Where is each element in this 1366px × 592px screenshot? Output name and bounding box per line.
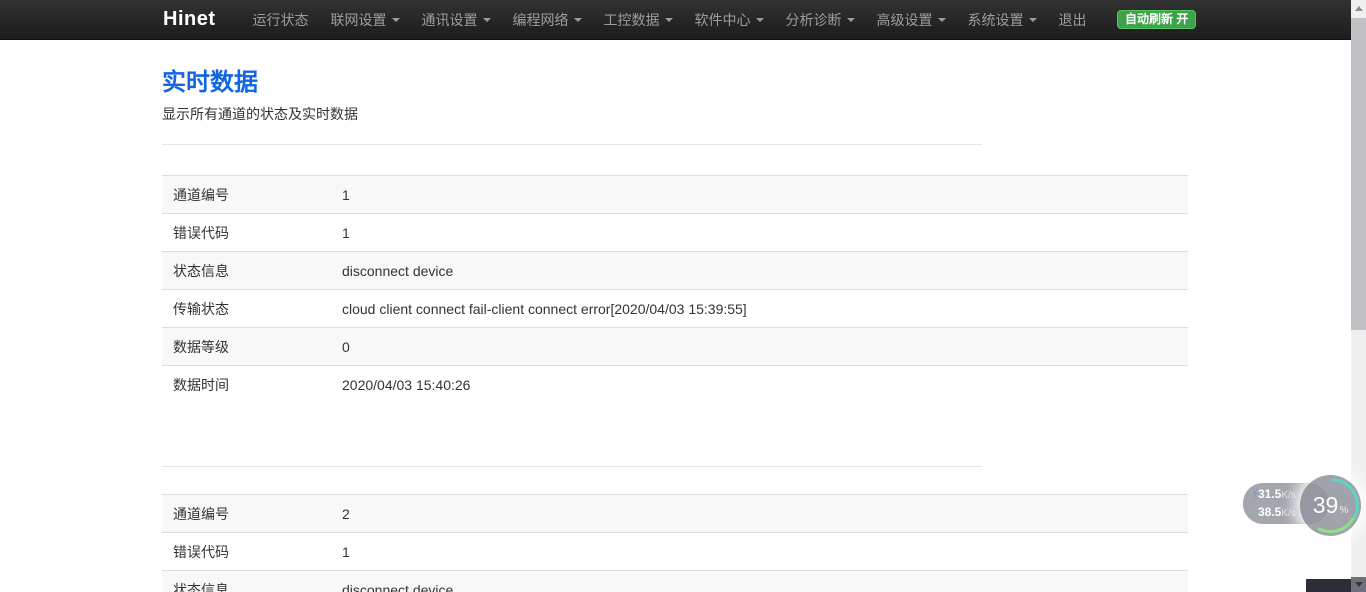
chevron-down-icon bbox=[392, 18, 400, 22]
nav-item-analysis-diagnosis[interactable]: 分析诊断 bbox=[775, 0, 866, 40]
nav-item-programming-network[interactable]: 编程网络 bbox=[502, 0, 593, 40]
scrollbar-down-button[interactable] bbox=[1351, 577, 1366, 592]
upload-speed-value: 31.5 bbox=[1258, 487, 1281, 501]
chevron-down-icon bbox=[665, 18, 673, 22]
nav-item-logout[interactable]: 退出 bbox=[1048, 0, 1098, 40]
nav-item-label: 软件中心 bbox=[695, 10, 751, 30]
nav-item-label: 工控数据 bbox=[604, 10, 660, 30]
row-value: 2 bbox=[342, 506, 1188, 522]
table-row: 状态信息 disconnect device bbox=[162, 251, 1188, 289]
scrollbar-up-button[interactable] bbox=[1351, 0, 1366, 17]
row-label: 数据时间 bbox=[162, 375, 342, 395]
scroll-up-icon bbox=[1355, 6, 1363, 11]
scrollbar-thumb[interactable] bbox=[1351, 18, 1366, 330]
table-row: 通道编号 2 bbox=[162, 494, 1188, 532]
row-value: 1 bbox=[342, 544, 1188, 560]
nav-item-label: 高级设置 bbox=[877, 10, 933, 30]
table-row: 通道编号 1 bbox=[162, 175, 1188, 213]
top-navbar: Hinet 运行状态 联网设置 通讯设置 编程网络 工控数据 软件中心 分析诊断… bbox=[0, 0, 1366, 40]
nav-item-label: 系统设置 bbox=[968, 10, 1024, 30]
table-row: 传输状态 cloud client connect fail-client co… bbox=[162, 289, 1188, 327]
chevron-down-icon bbox=[938, 18, 946, 22]
row-label: 数据等级 bbox=[162, 337, 342, 357]
row-value: disconnect device bbox=[342, 582, 1188, 592]
scroll-down-icon bbox=[1355, 582, 1363, 587]
table-row: 数据等级 0 bbox=[162, 327, 1188, 365]
row-value: 2020/04/03 15:40:26 bbox=[342, 377, 1188, 393]
page-title: 实时数据 bbox=[162, 62, 1188, 97]
auto-refresh-toggle[interactable]: 自动刷新 开 bbox=[1117, 10, 1196, 29]
divider bbox=[162, 466, 982, 467]
table-row: 错误代码 1 bbox=[162, 213, 1188, 251]
chevron-down-icon bbox=[1029, 18, 1037, 22]
chevron-down-icon bbox=[847, 18, 855, 22]
nav-item-label: 通讯设置 bbox=[422, 10, 478, 30]
chevron-down-icon bbox=[756, 18, 764, 22]
row-label: 状态信息 bbox=[162, 261, 342, 281]
nav-item-label: 分析诊断 bbox=[786, 10, 842, 30]
nav-item-network-settings[interactable]: 联网设置 bbox=[320, 0, 411, 40]
nav-item-label: 联网设置 bbox=[331, 10, 387, 30]
row-label: 错误代码 bbox=[162, 542, 342, 562]
nav-item-run-status[interactable]: 运行状态 bbox=[242, 0, 320, 40]
row-value: 1 bbox=[342, 187, 1188, 203]
table-row: 数据时间 2020/04/03 15:40:26 bbox=[162, 365, 1188, 403]
channel-1-table: 通道编号 1 错误代码 1 状态信息 disconnect device 传输状… bbox=[162, 175, 1188, 403]
nav-item-software-center[interactable]: 软件中心 bbox=[684, 0, 775, 40]
nav-item-comm-settings[interactable]: 通讯设置 bbox=[411, 0, 502, 40]
nav-item-advanced-settings[interactable]: 高级设置 bbox=[866, 0, 957, 40]
table-row: 状态信息 disconnect device bbox=[162, 570, 1188, 592]
page-subtitle: 显示所有通道的状态及实时数据 bbox=[162, 104, 1188, 124]
row-value: 1 bbox=[342, 225, 1188, 241]
channel-2-table: 通道编号 2 错误代码 1 状态信息 disconnect device bbox=[162, 494, 1188, 592]
download-speed-value: 38.5 bbox=[1258, 505, 1281, 519]
main-content: 实时数据 显示所有通道的状态及实时数据 通道编号 1 错误代码 1 状态信息 d… bbox=[162, 62, 1188, 592]
row-label: 状态信息 bbox=[162, 580, 342, 592]
chevron-down-icon bbox=[483, 18, 491, 22]
row-label: 错误代码 bbox=[162, 223, 342, 243]
brand-logo[interactable]: Hinet bbox=[163, 8, 216, 31]
row-label: 传输状态 bbox=[162, 299, 342, 319]
progress-ring-icon bbox=[1300, 475, 1361, 536]
nav-item-label: 编程网络 bbox=[513, 10, 569, 30]
row-value: cloud client connect fail-client connect… bbox=[342, 301, 1188, 317]
row-label: 通道编号 bbox=[162, 504, 342, 524]
nav-item-system-settings[interactable]: 系统设置 bbox=[957, 0, 1048, 40]
nav-item-label: 退出 bbox=[1059, 10, 1087, 30]
upload-speed-unit: K/s bbox=[1281, 490, 1295, 501]
progress-percent-circle[interactable]: 39 % bbox=[1300, 475, 1361, 536]
row-value: 0 bbox=[342, 339, 1188, 355]
row-value: disconnect device bbox=[342, 263, 1188, 279]
nav-item-industrial-data[interactable]: 工控数据 bbox=[593, 0, 684, 40]
chevron-down-icon bbox=[574, 18, 582, 22]
download-speed-unit: K/s bbox=[1281, 508, 1295, 519]
row-label: 通道编号 bbox=[162, 185, 342, 205]
divider bbox=[162, 144, 982, 145]
table-row: 错误代码 1 bbox=[162, 532, 1188, 570]
nav-item-label: 运行状态 bbox=[253, 10, 309, 30]
